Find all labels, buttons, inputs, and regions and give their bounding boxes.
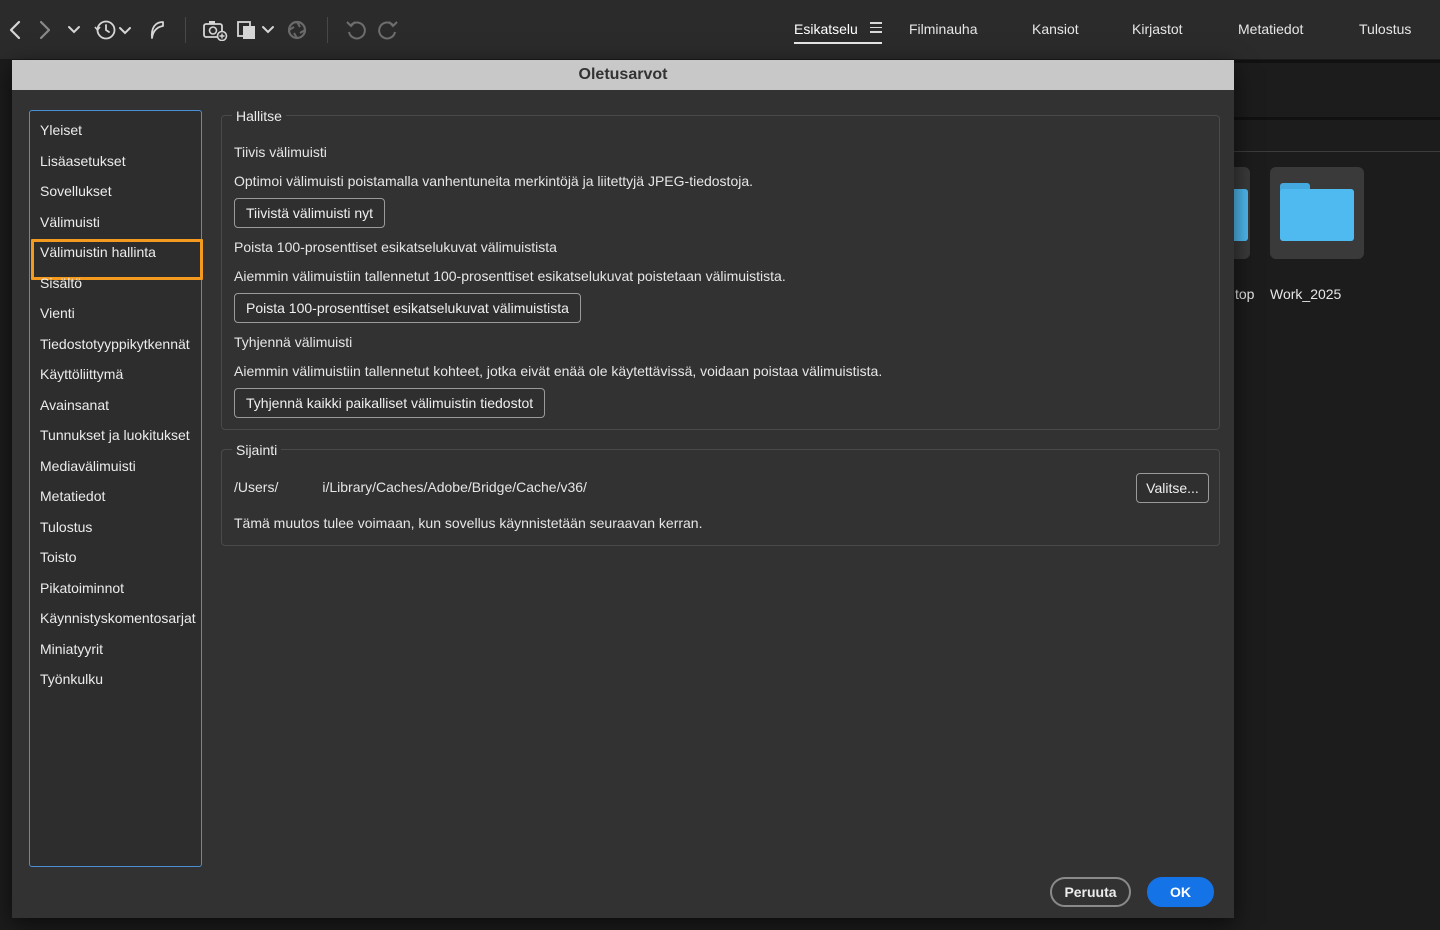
category-item[interactable]: Pikatoiminnot — [30, 575, 201, 606]
preferences-dialog: Oletusarvot Yleiset Lisäasetukset Sovell… — [12, 60, 1234, 918]
compact-description: Optimoi välimuisti poistamalla vanhentun… — [234, 173, 754, 189]
category-item[interactable]: Mediavälimuisti — [30, 453, 201, 484]
category-item[interactable]: Avainsanat — [30, 392, 201, 423]
boomerang-icon[interactable] — [146, 16, 168, 44]
workspace-tab-metatiedot[interactable]: Metatiedot — [1238, 19, 1303, 39]
ok-button[interactable]: OK — [1147, 877, 1214, 907]
cancel-button[interactable]: Peruuta — [1050, 877, 1131, 907]
rotate-right-icon[interactable] — [376, 16, 400, 44]
category-item[interactable]: Lisäasetukset — [30, 148, 201, 179]
folder-label[interactable]: top — [1235, 286, 1254, 302]
workspace-tab-kansiot[interactable]: Kansiot — [1032, 19, 1079, 39]
category-item[interactable]: Käynnistyskomentosarjat — [30, 605, 201, 636]
category-item[interactable]: Tiedostotyyppikytkennät — [30, 331, 201, 362]
compact-cache-button[interactable]: Tiivistä välimuisti nyt — [234, 198, 386, 228]
category-item[interactable]: Tunnukset ja luokitukset — [30, 422, 201, 453]
cache-path-suffix: i/Library/Caches/Adobe/Bridge/Cache/v36/ — [322, 479, 587, 495]
compact-heading: Tiivis välimuisti — [234, 144, 327, 160]
copy-files-icon[interactable] — [236, 16, 276, 44]
location-group: Sijainti /Users/i/Library/Caches/Adobe/B… — [221, 440, 1220, 546]
workspace-menu-icon[interactable] — [870, 22, 882, 36]
manage-group: Hallitse Tiivis välimuisti Optimoi välim… — [221, 106, 1220, 430]
app-toolbar: Esikatselu Filminauha Kansiot Kirjastot … — [0, 0, 1440, 60]
panel-divider — [1234, 151, 1440, 152]
category-item[interactable]: Työnkulku — [30, 666, 201, 697]
category-item[interactable]: Sovellukset — [30, 178, 201, 209]
cache-path: /Users/i/Library/Caches/Adobe/Bridge/Cac… — [234, 479, 587, 495]
category-item[interactable]: Käyttöliittymä — [30, 361, 201, 392]
purge100-description: Aiemmin välimuistiin tallennetut 100-pro… — [234, 268, 786, 284]
cache-path-prefix: /Users/ — [234, 479, 279, 495]
choose-location-button[interactable]: Valitse... — [1136, 473, 1209, 503]
back-icon[interactable] — [6, 16, 24, 44]
purge-heading: Tyhjennä välimuisti — [234, 334, 353, 350]
history-icon[interactable] — [94, 16, 134, 44]
panel-divider — [1234, 117, 1440, 120]
active-tab-underline — [794, 42, 882, 44]
purge-description: Aiemmin välimuistiin tallennetut kohteet… — [234, 363, 883, 379]
restart-note: Tämä muutos tulee voimaan, kun sovellus … — [234, 515, 703, 531]
purge100-heading: Poista 100-prosenttiset esikatselukuvat … — [234, 239, 557, 255]
category-list[interactable]: Yleiset Lisäasetukset Sovellukset Välimu… — [29, 110, 203, 867]
workspace-tab-kirjastot[interactable]: Kirjastot — [1132, 19, 1183, 39]
folder-label[interactable]: Work_2025 — [1270, 286, 1341, 302]
manage-legend: Hallitse — [232, 106, 286, 126]
toolbar-divider — [185, 17, 186, 43]
rotate-left-icon[interactable] — [344, 16, 368, 44]
workspace-tab-filminauha[interactable]: Filminauha — [909, 19, 977, 39]
folder-thumbnail[interactable] — [1270, 167, 1364, 259]
category-item[interactable]: Toisto — [30, 544, 201, 575]
category-item[interactable]: Tulostus — [30, 514, 201, 545]
workspace-tab-tulostus[interactable]: Tulostus — [1359, 19, 1411, 39]
dialog-titlebar[interactable]: Oletusarvot — [12, 60, 1234, 90]
location-legend: Sijainti — [232, 440, 282, 460]
category-item[interactable]: Yleiset — [30, 117, 201, 148]
dialog-title: Oletusarvot — [578, 66, 668, 83]
folder-icon — [1280, 183, 1354, 241]
category-item-selected[interactable]: Välimuistin hallinta — [30, 239, 203, 280]
category-item[interactable]: Välimuisti — [30, 209, 201, 240]
camera-import-icon[interactable] — [202, 16, 228, 44]
category-item[interactable]: Sisältö — [30, 270, 201, 301]
chevron-down-icon[interactable] — [66, 16, 82, 44]
category-item[interactable]: Metatiedot — [30, 483, 201, 514]
purge100-button[interactable]: Poista 100-prosenttiset esikatselukuvat … — [234, 293, 581, 323]
toolbar-divider — [327, 17, 328, 43]
workspace-tab-esikatselu[interactable]: Esikatselu — [794, 19, 858, 39]
refine-icon[interactable] — [285, 16, 309, 44]
purge-all-button[interactable]: Tyhjennä kaikki paikalliset välimuistin … — [234, 388, 546, 418]
panel-divider — [1234, 60, 1440, 63]
category-item[interactable]: Vienti — [30, 300, 201, 331]
forward-icon[interactable] — [36, 16, 54, 44]
category-item[interactable]: Miniatyyrit — [30, 636, 201, 667]
